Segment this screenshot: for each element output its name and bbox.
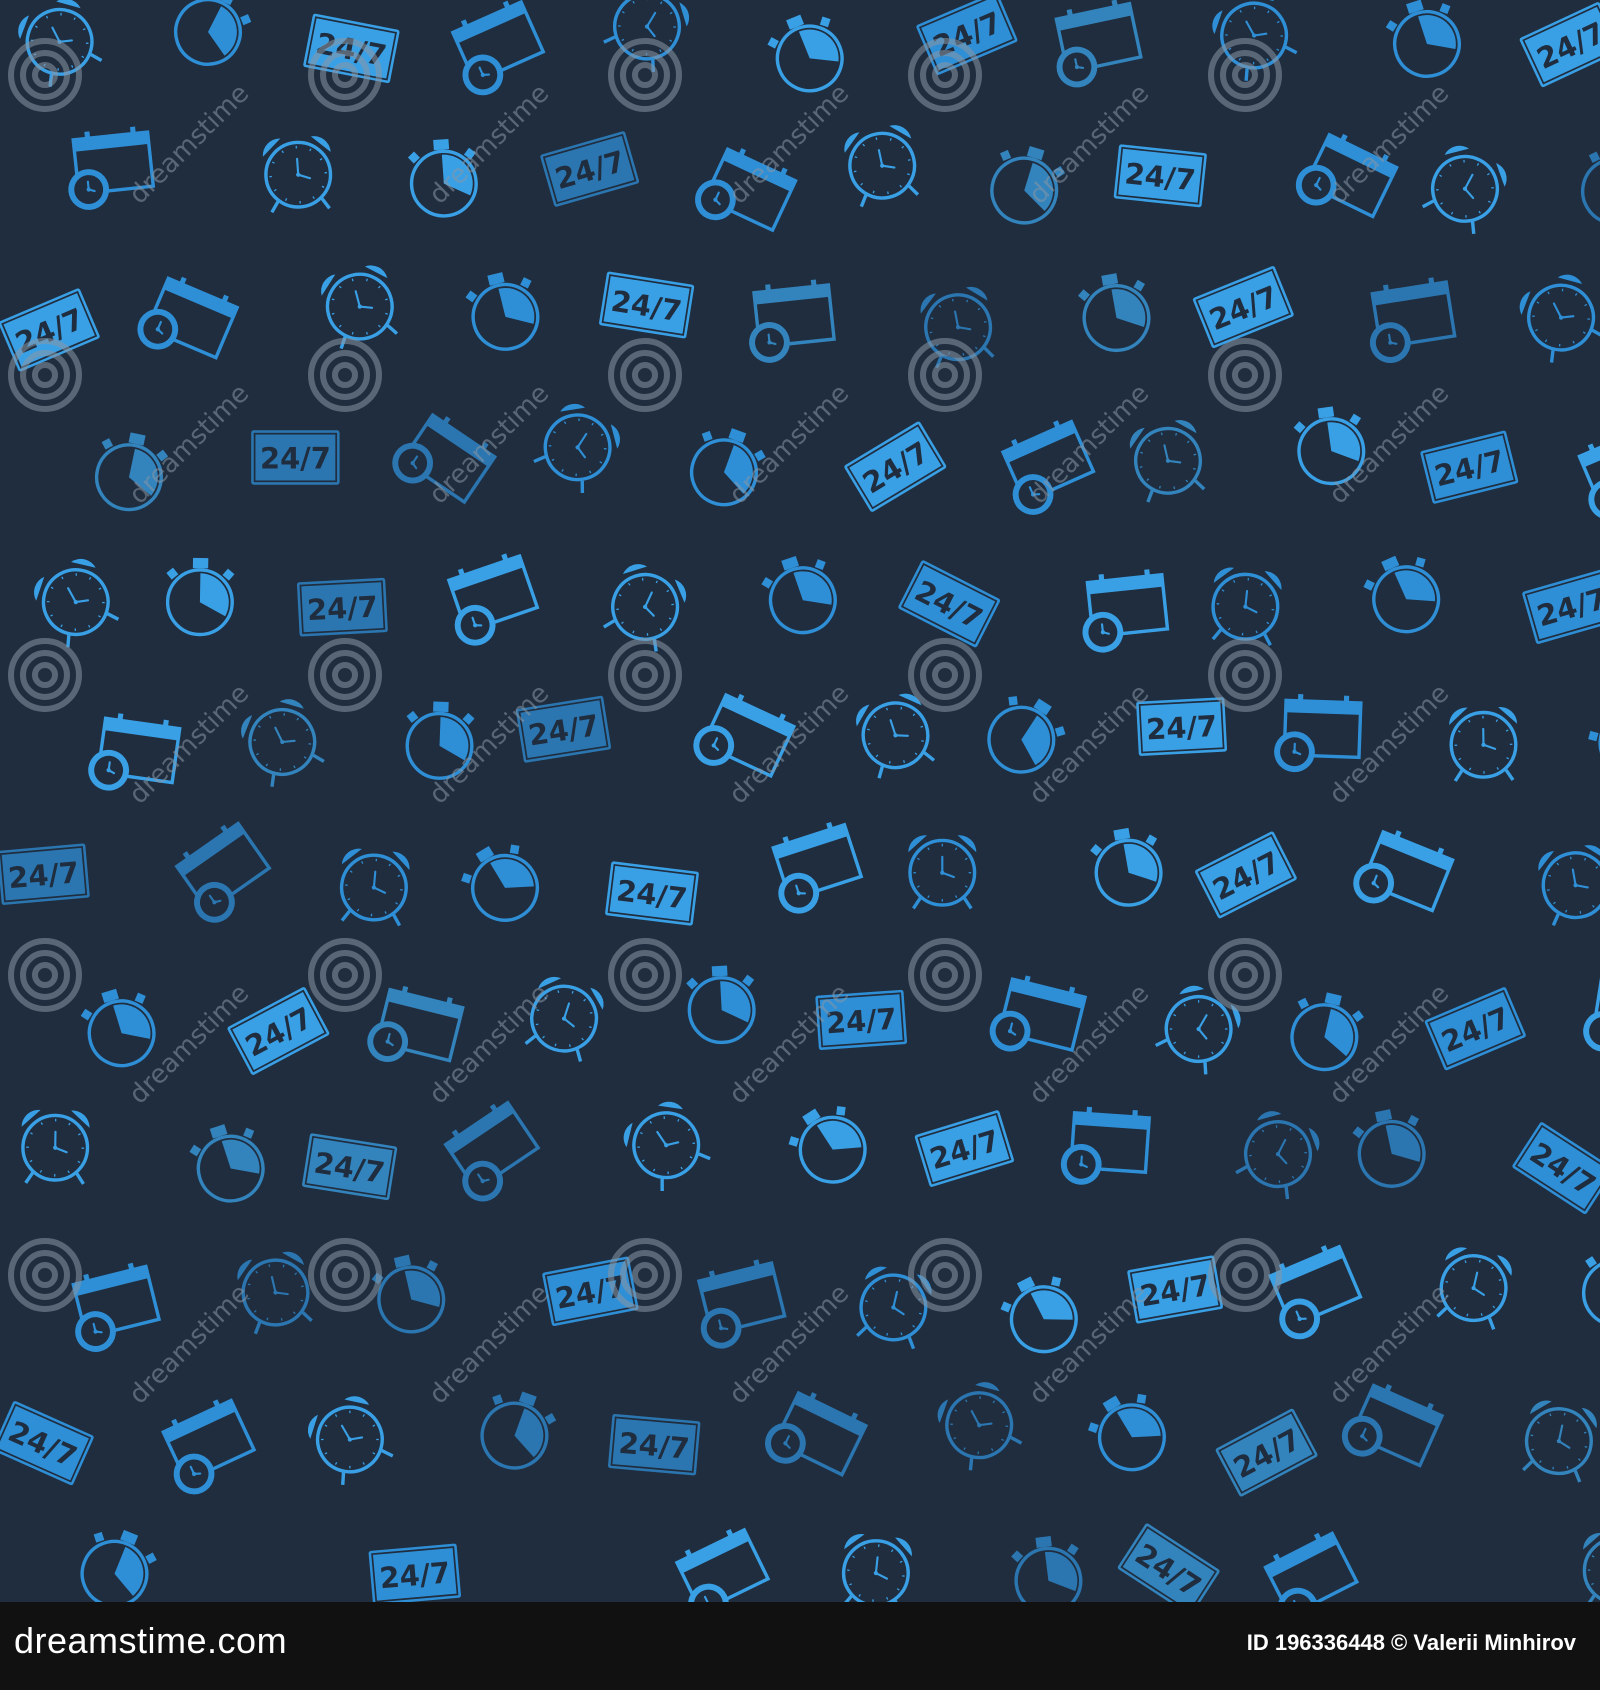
24-7-sign-icon: 24/7 [0,843,90,905]
svg-text:24/7: 24/7 [617,1426,691,1466]
24-7-sign-icon: 24/7 [1113,144,1207,208]
svg-text:24/7: 24/7 [260,442,331,476]
24-7-sign-icon: 24/7 [368,1543,461,1602]
footer-bar: dreamstime.com ID 196336448 © Valerii Mi… [0,1602,1600,1690]
svg-text:24/7: 24/7 [7,855,81,895]
pattern-canvas: 24/7 24/7 24/7 24/7 24/7 24/7 24/7 24/7 24/7 24/7… [0,0,1600,1690]
footer-brand[interactable]: dreamstime.com [14,1620,287,1662]
seamless-icon-pattern: 24/7 24/7 24/724/7 24/724/7 24/7 24/724/7 24/7… [0,0,1600,1602]
footer-credit: ID 196336448 © Valerii Minhirov [1246,1630,1576,1655]
svg-text:24/7: 24/7 [1145,709,1218,747]
24-7-sign-icon: 24/7 [1136,697,1228,756]
24-7-sign-icon: 24/7 [608,1413,701,1476]
svg-text:24/7: 24/7 [378,1555,452,1595]
24-7-sign-icon: 24/7 [251,430,340,485]
24-7-sign-icon: 24/7 [605,861,699,926]
24-7-sign-icon: 24/7 [296,577,388,637]
svg-text:24/7: 24/7 [306,589,379,627]
